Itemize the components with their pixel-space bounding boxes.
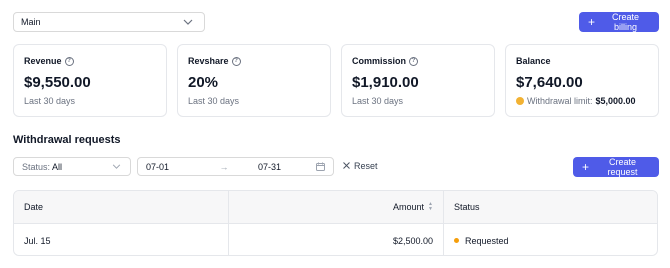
- plus-icon: +: [582, 159, 590, 174]
- status-dot-icon: [454, 238, 459, 243]
- create-request-label: Create request: [607, 157, 638, 177]
- arrow-right-icon: →: [219, 161, 229, 172]
- date-range-picker[interactable]: 07-01 → 07-31: [137, 157, 334, 176]
- help-icon[interactable]: ?: [409, 56, 419, 66]
- cell-date: Jul. 15: [14, 224, 229, 255]
- card-subtitle: Last 30 days: [188, 96, 240, 106]
- close-icon: [343, 161, 350, 171]
- status-label: Requested: [465, 235, 509, 246]
- account-select[interactable]: Main: [13, 12, 205, 32]
- warning-dot-icon: [516, 97, 524, 105]
- plus-icon: +: [588, 14, 596, 29]
- reset-button[interactable]: Reset: [343, 161, 378, 171]
- card-title-text: Revshare: [188, 56, 229, 66]
- reset-label: Reset: [354, 161, 378, 171]
- commission-card: Commission ? $1,910.00 Last 30 days: [341, 44, 495, 117]
- card-value: 20%: [188, 74, 219, 91]
- date-to[interactable]: 07-31: [250, 162, 316, 172]
- create-billing-label: Create billing: [612, 12, 640, 32]
- stats-cards: Revenue ? $9,550.00 Last 30 days Revshar…: [13, 44, 659, 117]
- revshare-card: Revshare ? 20% Last 30 days: [177, 44, 331, 117]
- card-value: $7,640.00: [516, 74, 583, 91]
- revenue-card: Revenue ? $9,550.00 Last 30 days: [13, 44, 167, 117]
- withdrawals-table: Date Amount ▲ ▼ Status Jul. 15 $2,500.00 …: [13, 190, 658, 256]
- withdrawal-limit: Withdrawal limit: $5,000.00: [516, 96, 648, 106]
- card-value: $9,550.00: [24, 74, 91, 91]
- card-title-text: Balance: [516, 56, 551, 66]
- table-header: Date Amount ▲ ▼ Status: [14, 191, 657, 224]
- column-header-date: Date: [14, 191, 229, 223]
- withdrawal-limit-value: $5,000.00: [595, 96, 636, 106]
- column-header-amount[interactable]: Amount ▲ ▼: [229, 191, 444, 223]
- status-filter-label: Status:: [22, 161, 51, 172]
- help-icon[interactable]: ?: [231, 56, 241, 66]
- card-value: $1,910.00: [352, 74, 419, 91]
- card-subtitle: Last 30 days: [352, 96, 404, 106]
- column-header-label: Status: [454, 202, 480, 212]
- chevron-down-icon: [182, 18, 194, 26]
- card-title: Revshare ?: [188, 56, 320, 66]
- column-header-status: Status: [444, 191, 657, 223]
- calendar-icon: [316, 162, 325, 171]
- account-select-value: Main: [21, 17, 41, 27]
- withdrawal-limit-label: Withdrawal limit:: [527, 96, 593, 106]
- create-billing-button[interactable]: + Create billing: [579, 12, 659, 32]
- cell-amount: $2,500.00: [229, 224, 444, 255]
- date-from[interactable]: 07-01: [146, 162, 198, 172]
- card-title: Revenue ?: [24, 56, 156, 66]
- help-icon[interactable]: ?: [64, 56, 74, 66]
- status-filter[interactable]: Status: All: [13, 157, 131, 176]
- sort-icon[interactable]: ▲ ▼: [428, 202, 433, 212]
- section-title: Withdrawal requests: [13, 134, 121, 146]
- cell-status: Requested: [444, 224, 657, 255]
- create-request-button[interactable]: + Create request: [573, 157, 659, 177]
- card-title: Commission ?: [352, 56, 484, 66]
- balance-card: Balance $7,640.00 Withdrawal limit: $5,0…: [505, 44, 659, 117]
- card-title: Balance: [516, 56, 648, 66]
- card-title-text: Commission: [352, 56, 407, 66]
- chevron-down-icon: [110, 163, 122, 171]
- card-title-text: Revenue: [24, 56, 62, 66]
- column-header-label: Date: [24, 202, 44, 212]
- status-filter-value: All: [52, 161, 63, 172]
- column-header-label: Amount: [393, 202, 425, 212]
- card-subtitle: Last 30 days: [24, 96, 76, 106]
- table-row: Jul. 15 $2,500.00 Requested: [14, 224, 657, 255]
